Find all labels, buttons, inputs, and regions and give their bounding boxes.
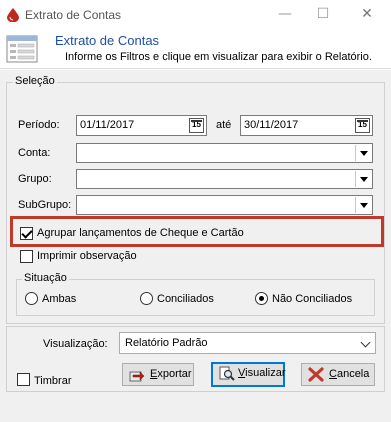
periodo-fim-field[interactable]: 30/11/2017 15: [240, 115, 373, 136]
header-subtitle: Informe os Filtros e clique em visualiza…: [65, 51, 372, 63]
visualizar-button[interactable]: Visualizar: [211, 362, 286, 387]
title-bar: Extrato de Contas — ☐ ✕: [0, 0, 391, 30]
report-form-icon: [6, 35, 38, 63]
conta-label: Conta:: [18, 147, 51, 159]
calendar-icon[interactable]: 15: [189, 118, 204, 133]
imprimir-observacao-label[interactable]: Imprimir observação: [37, 250, 137, 262]
preview-magnifier-icon: [219, 366, 235, 381]
subgrupo-label: SubGrupo:: [18, 199, 72, 211]
visualizacao-select[interactable]: Relatório Padrão: [119, 332, 376, 354]
imprimir-observacao-checkbox[interactable]: [20, 250, 33, 263]
highlight-box: [10, 216, 384, 247]
form-body: Seleção Período: 01/11/2017 15 até 30/11…: [0, 70, 391, 422]
app-drop-icon: [7, 8, 19, 22]
conta-select[interactable]: [76, 143, 373, 163]
periodo-label: Período:: [18, 119, 60, 131]
situacao-legend: Situação: [22, 272, 69, 284]
timbrar-label[interactable]: Timbrar: [34, 375, 71, 387]
radio-conciliados-label[interactable]: Conciliados: [157, 293, 214, 305]
calendar-icon[interactable]: 15: [355, 118, 370, 133]
cancel-x-icon: [308, 367, 324, 382]
chevron-down-icon[interactable]: [360, 337, 371, 348]
cancela-button[interactable]: Cancela: [301, 363, 375, 386]
form-header: Extrato de Contas Informe os Filtros e c…: [0, 30, 391, 69]
periodo-fim-value: 30/11/2017: [244, 119, 299, 131]
minimize-button[interactable]: —: [270, 4, 300, 24]
grupo-label: Grupo:: [18, 173, 52, 185]
maximize-button[interactable]: ☐: [308, 4, 338, 24]
export-icon: [129, 371, 145, 382]
selecao-legend: Seleção: [13, 75, 57, 87]
visualizar-label: isualizar: [245, 367, 286, 379]
exportar-button[interactable]: Exportar: [122, 363, 194, 386]
chevron-down-icon[interactable]: [355, 145, 371, 161]
radio-conciliados[interactable]: [140, 292, 153, 305]
subgrupo-select[interactable]: [76, 195, 373, 215]
visualizacao-value: Relatório Padrão: [125, 337, 208, 349]
chevron-down-icon[interactable]: [355, 171, 371, 187]
close-button[interactable]: ✕: [352, 4, 382, 24]
ate-label: até: [216, 119, 232, 131]
cancela-mnemonic: C: [329, 368, 337, 380]
grupo-select[interactable]: [76, 169, 373, 189]
radio-nao-conciliados-label[interactable]: Não Conciliados: [272, 293, 352, 305]
chevron-down-icon[interactable]: [355, 197, 371, 213]
exportar-label: xportar: [157, 368, 192, 380]
timbrar-checkbox[interactable]: [17, 373, 30, 386]
periodo-inicio-field[interactable]: 01/11/2017 15: [76, 115, 207, 136]
visualizacao-label: Visualização:: [43, 338, 108, 350]
radio-ambas-label[interactable]: Ambas: [42, 293, 76, 305]
periodo-inicio-value: 01/11/2017: [80, 119, 135, 131]
header-title: Extrato de Contas: [55, 33, 160, 48]
cancela-label: ancela: [336, 368, 370, 380]
radio-ambas[interactable]: [25, 292, 38, 305]
radio-nao-conciliados[interactable]: [255, 292, 268, 305]
window-title: Extrato de Contas: [25, 8, 122, 22]
